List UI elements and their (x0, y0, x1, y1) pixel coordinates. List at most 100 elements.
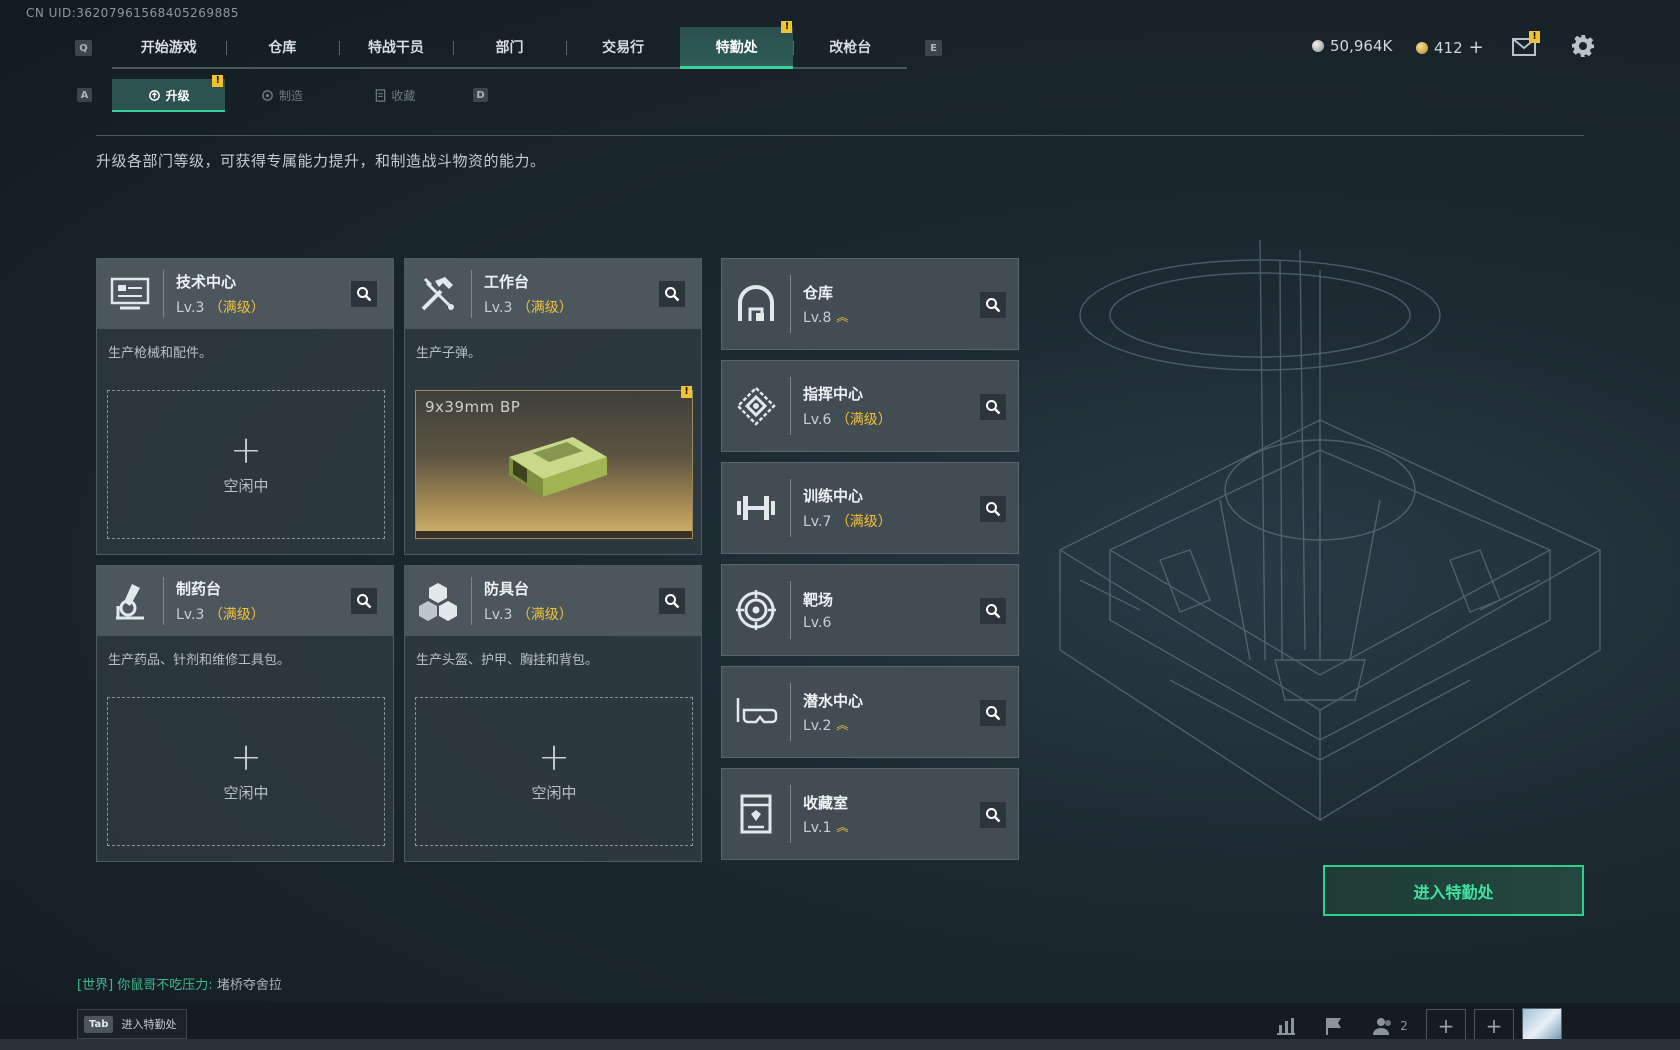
card-title-block: 收藏室 Lv.1 ︽ (791, 792, 848, 836)
tab-trading[interactable]: 交易行 (566, 27, 680, 67)
tech-center-icon (97, 259, 163, 329)
tab-special-ops[interactable]: 特勤处 ! (679, 21, 794, 69)
add-slot-button[interactable]: + (1426, 1009, 1466, 1043)
facility-card-command-center[interactable]: 指挥中心 Lv.6 （满级） (721, 360, 1019, 452)
chat-message-text: 堵桥夺舍拉 (212, 978, 282, 993)
production-slot[interactable]: + 空闲中 (415, 697, 693, 846)
level-text: Lv.3 (484, 300, 513, 316)
subtab-label: 升级 (165, 89, 190, 103)
tab-label: 开始游戏 (140, 40, 197, 56)
card-header: 防具台 Lv.3 （满级） (405, 566, 701, 636)
prev-tab-key-hint[interactable]: Q (75, 40, 92, 56)
card-header: 工作台 Lv.3 （满级） (405, 259, 701, 329)
prev-subtab-key-hint[interactable]: A (77, 88, 92, 102)
facility-card-training-center[interactable]: 训练中心 Lv.7 （满级） (721, 462, 1019, 554)
crafting-item-slot[interactable]: 9x39mm BP ! (415, 386, 693, 539)
inspect-button[interactable] (351, 281, 377, 307)
subtab-collection[interactable]: 收藏 (339, 79, 452, 112)
notification-badge: ! (212, 75, 224, 87)
tab-gunsmith[interactable]: 改枪台 (793, 27, 907, 67)
tab-key: Tab (84, 1015, 114, 1033)
tab-shortcut-hint[interactable]: Tab 进入特勤处 (77, 1009, 188, 1039)
card-title-block: 靶场 Lv.6 (791, 589, 833, 631)
inspect-button[interactable] (351, 588, 377, 614)
facility-card-warehouse[interactable]: 仓库 Lv.8 ︽ (721, 258, 1019, 350)
facility-level: Lv.3 （满级） (484, 604, 573, 624)
friends-button[interactable]: 2 (1362, 1009, 1418, 1043)
inspect-button[interactable] (980, 496, 1006, 522)
facility-level: Lv.6 （满级） (803, 409, 892, 429)
next-subtab-key-hint[interactable]: D (473, 88, 488, 102)
main-navigation: 开始游戏 仓库 特战干员 部门 交易行 特勤处 ! 改枪台 (112, 21, 907, 69)
search-icon (357, 594, 372, 609)
facility-subtitle: 生产子弹。 (416, 346, 482, 361)
facility-name: 仓库 (803, 284, 834, 302)
bar-chart-icon (1277, 1018, 1295, 1035)
card-title-block: 指挥中心 Lv.6 （满级） (791, 383, 892, 429)
add-gold-button[interactable]: + (1469, 37, 1484, 58)
shooting-range-icon (722, 564, 790, 656)
silver-currency: 50,964K (1312, 37, 1392, 55)
max-level-label: （满级） (516, 607, 573, 623)
card-header: 技术中心 Lv.3 （满级） (97, 259, 393, 329)
settings-button[interactable] (1571, 34, 1595, 58)
inspect-button[interactable] (980, 394, 1006, 420)
mail-button[interactable]: ! (1512, 31, 1540, 58)
training-center-icon (722, 462, 790, 554)
facility-card-diving-center[interactable]: 潜水中心 Lv.2 ︽ (721, 666, 1019, 758)
card-title-block: 潜水中心 Lv.2 ︽ (791, 690, 863, 734)
inspect-button[interactable] (980, 700, 1006, 726)
inspect-button[interactable] (659, 281, 685, 307)
max-level-label: （满级） (208, 607, 265, 623)
tab-start-game[interactable]: 开始游戏 (112, 27, 226, 67)
command-center-icon (722, 360, 790, 452)
tab-operators[interactable]: 特战干员 (339, 27, 453, 67)
tab-shortcut-label: 进入特勤处 (121, 1018, 177, 1031)
add-icon: + (538, 735, 570, 779)
production-slot[interactable]: + 空闲中 (107, 697, 385, 846)
inspect-button[interactable] (980, 802, 1006, 828)
silver-amount: 50,964K (1330, 37, 1393, 55)
max-level-label: （满级） (516, 300, 573, 316)
chat-sender: 你鼠哥不吃压力: (117, 978, 213, 993)
chat-latest-message[interactable]: [世界] 你鼠哥不吃压力: 堵桥夺舍拉 (77, 974, 282, 993)
enter-special-ops-button[interactable]: 进入特勤处 (1323, 865, 1584, 916)
level-text: Lv.1 (803, 820, 832, 836)
subtab-craft[interactable]: 制造 (225, 79, 338, 112)
level-text: Lv.8 (803, 310, 832, 326)
stats-button[interactable] (1266, 1009, 1306, 1043)
search-icon (986, 604, 1001, 619)
facility-subtitle: 生产药品、针剂和维修工具包。 (108, 653, 291, 668)
add-slot-button[interactable]: + (1474, 1009, 1514, 1043)
search-icon (986, 502, 1001, 517)
facility-name: 技术中心 (176, 273, 237, 291)
facility-name: 工作台 (484, 273, 530, 291)
armor-bench-icon (405, 566, 471, 636)
inspect-button[interactable] (980, 292, 1006, 318)
facility-name: 指挥中心 (803, 385, 864, 403)
subtab-upgrade[interactable]: 升级 ! (112, 75, 226, 112)
craft-gear-icon (262, 90, 273, 101)
slot-status: 空闲中 (223, 784, 269, 802)
search-icon (665, 287, 680, 302)
next-tab-key-hint[interactable]: E (925, 40, 942, 56)
gold-coin-icon (1416, 41, 1428, 54)
flag-button[interactable] (1314, 1009, 1354, 1043)
facility-level: Lv.2 ︽ (803, 716, 863, 734)
mail-badge: ! (1529, 31, 1540, 43)
facility-card-collection-room[interactable]: 收藏室 Lv.1 ︽ (721, 768, 1019, 860)
tab-label: 交易行 (602, 40, 645, 56)
facility-card-shooting-range[interactable]: 靶场 Lv.6 (721, 564, 1019, 656)
inspect-button[interactable] (980, 598, 1006, 624)
os-taskbar (0, 1039, 1680, 1050)
header-divider (96, 135, 1584, 136)
search-icon (986, 298, 1001, 313)
notification-badge: ! (781, 21, 793, 33)
tab-departments[interactable]: 部门 (452, 27, 567, 67)
add-icon: + (230, 735, 262, 779)
production-slot[interactable]: + 空闲中 (107, 390, 385, 539)
search-icon (986, 706, 1001, 721)
facility-level: Lv.3 （满级） (176, 297, 265, 317)
tab-warehouse[interactable]: 仓库 (225, 27, 340, 67)
inspect-button[interactable] (659, 588, 685, 614)
